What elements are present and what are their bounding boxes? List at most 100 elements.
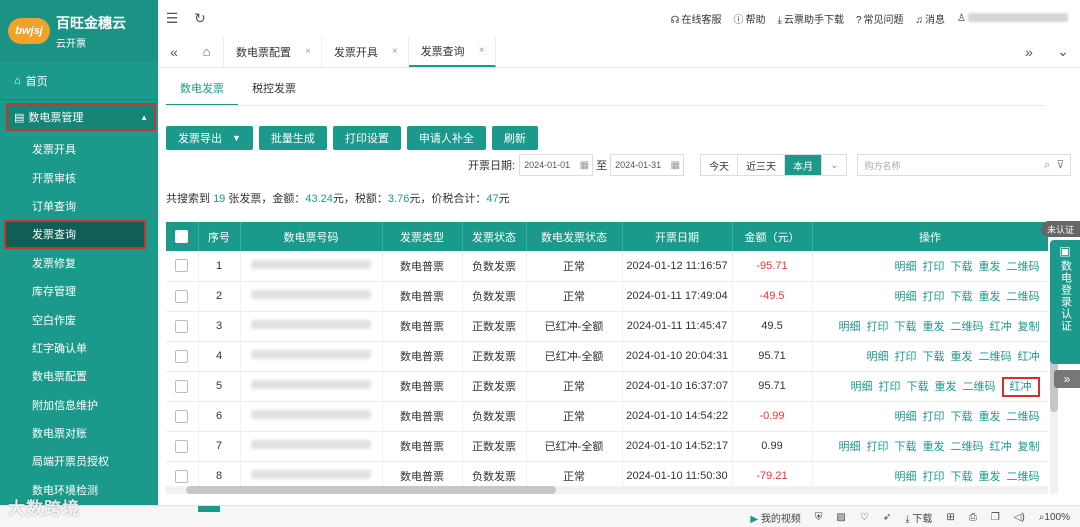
grid-icon[interactable]: ⊞ <box>946 512 954 523</box>
table-row[interactable]: 4 数电普票 正数发票 已红冲-全额 2024-01-10 20:04:31 95.71 明… <box>166 341 1048 372</box>
table-row[interactable]: 7 数电普票 正数发票 已红冲-全额 2024-01-10 14:52:17 0.99 明细… <box>166 431 1048 462</box>
table-row[interactable]: 2 数电普票 负数发票 正常 2024-01-11 17:49:04 -49.5 明细 打印下… <box>166 281 1048 312</box>
volume-icon[interactable]: ◁) <box>1014 512 1025 523</box>
row-action-link[interactable]: 重发 <box>935 381 957 393</box>
digital-login-auth-panel[interactable]: ▣ 数电登录认证 <box>1050 240 1080 364</box>
row-action-link[interactable]: 打印 <box>923 261 945 273</box>
row-action-link[interactable]: 明细 <box>851 381 873 393</box>
row-action-link[interactable]: 二维码 <box>951 321 984 333</box>
tab-invoice-config[interactable]: 数电票配置 × <box>224 36 322 67</box>
row-action-link[interactable]: 二维码 <box>1007 411 1040 423</box>
sidebar-item[interactable]: 数电票对账 <box>0 419 158 447</box>
range-three-days-button[interactable]: 近三天 <box>738 155 786 175</box>
sidebar-group-invoice-management[interactable]: ▤ 数电票管理 ▲ <box>6 103 156 131</box>
messages-link[interactable]: ♫ 消息 <box>916 11 946 26</box>
row-checkbox[interactable] <box>166 251 199 282</box>
pagination[interactable] <box>198 506 220 512</box>
sidebar-item-home[interactable]: ⌂ 首页 <box>0 62 158 100</box>
rocket-icon[interactable]: ➶ <box>883 512 891 523</box>
row-action-link[interactable]: 红冲 <box>1018 351 1040 363</box>
subtab-digital-invoice[interactable]: 数电发票 <box>166 76 238 106</box>
search-icon[interactable]: ⌕ <box>1044 159 1050 171</box>
export-button[interactable]: 发票导出 ▼ <box>166 126 253 150</box>
row-action-link[interactable]: 打印 <box>923 291 945 303</box>
row-action-link[interactable]: 下载 <box>923 351 945 363</box>
close-icon[interactable]: × <box>305 46 311 57</box>
window-icon[interactable]: ❐ <box>991 512 1000 523</box>
row-action-link[interactable]: 重发 <box>923 441 945 453</box>
table-row[interactable]: 8 数电普票 负数发票 正常 2024-01-10 11:50:30 -79.21 明细 打印… <box>166 461 1048 486</box>
row-action-link[interactable]: 打印 <box>879 381 901 393</box>
buyer-search-input[interactable]: 购方名称 ⌕ ⊽ <box>857 154 1072 176</box>
row-checkbox[interactable] <box>166 461 199 486</box>
applicant-complete-button[interactable]: 申请人补全 <box>406 126 486 150</box>
row-action-link[interactable]: 红冲 <box>990 321 1012 333</box>
sidebar-item[interactable]: 附加信息维护 <box>0 391 158 419</box>
tabs-scroll-right-icon[interactable]: » <box>1012 36 1046 67</box>
row-action-link[interactable]: 重发 <box>979 291 1001 303</box>
sidebar-item[interactable]: 发票开具 <box>0 135 158 163</box>
tab-home-icon[interactable]: ⌂ <box>190 36 224 67</box>
row-action-link[interactable]: 红冲 <box>990 441 1012 453</box>
horizontal-scrollbar[interactable] <box>166 486 1048 494</box>
row-action-link[interactable]: 下载 <box>951 471 973 483</box>
row-action-link[interactable]: 明细 <box>895 471 917 483</box>
row-checkbox[interactable] <box>166 431 199 462</box>
sidebar-item[interactable]: 发票查询 <box>4 220 146 249</box>
chevron-down-icon[interactable]: ⌄ <box>1046 36 1080 67</box>
sidebar-item[interactable]: 开票审核 <box>0 163 158 191</box>
row-action-link[interactable]: 打印 <box>867 321 889 333</box>
tab-invoice-issue[interactable]: 发票开具 × <box>322 36 409 67</box>
menu-toggle-icon[interactable]: ☰ <box>158 10 186 27</box>
row-checkbox[interactable] <box>166 281 199 312</box>
help-link[interactable]: ⓘ 帮助 <box>734 11 766 26</box>
row-action-link[interactable]: 下载 <box>895 441 917 453</box>
row-action-link[interactable]: 重发 <box>951 351 973 363</box>
row-action-link[interactable]: 明细 <box>895 291 917 303</box>
row-action-link[interactable]: 重发 <box>979 411 1001 423</box>
row-action-link[interactable]: 明细 <box>895 411 917 423</box>
row-checkbox[interactable] <box>166 341 199 372</box>
row-action-link[interactable]: 打印 <box>895 351 917 363</box>
row-action-link[interactable]: 下载 <box>895 321 917 333</box>
table-row[interactable]: 5 数电普票 正数发票 正常 2024-01-10 16:37:07 95.71 明细 打印下… <box>166 371 1048 402</box>
row-action-link[interactable]: 红冲 <box>1001 377 1040 397</box>
row-action-link[interactable]: 复制 <box>1018 441 1040 453</box>
row-action-link[interactable]: 复制 <box>1018 321 1040 333</box>
batch-generate-button[interactable]: 批量生成 <box>258 126 327 150</box>
row-checkbox[interactable] <box>166 371 199 402</box>
faq-link[interactable]: ? 常见问题 <box>856 11 904 26</box>
row-action-link[interactable]: 重发 <box>979 261 1001 273</box>
image-icon[interactable]: ▨ <box>836 512 845 523</box>
sidebar-item[interactable]: 库存管理 <box>0 277 158 305</box>
table-row[interactable]: 6 数电普票 负数发票 正常 2024-01-10 14:54:22 -0.99 明细 打印下… <box>166 401 1048 432</box>
date-to-input[interactable]: 2024-01-31 ▦ <box>610 154 685 176</box>
close-icon[interactable]: × <box>392 46 398 57</box>
refresh-icon[interactable]: ↻ <box>186 10 214 27</box>
row-action-link[interactable]: 二维码 <box>1007 291 1040 303</box>
refresh-button[interactable]: 刷新 <box>491 126 538 150</box>
row-action-link[interactable]: 明细 <box>895 261 917 273</box>
row-action-link[interactable]: 打印 <box>923 471 945 483</box>
date-from-input[interactable]: 2024-01-01 ▦ <box>519 154 594 176</box>
printer-icon[interactable]: ⎙ <box>969 512 977 523</box>
collapse-panel-icon[interactable]: » <box>1054 370 1080 388</box>
sidebar-item[interactable]: 红字确认单 <box>0 334 158 362</box>
row-action-link[interactable]: 重发 <box>923 321 945 333</box>
row-checkbox[interactable] <box>166 311 199 342</box>
row-action-link[interactable]: 下载 <box>951 291 973 303</box>
sidebar-item[interactable]: 空白作废 <box>0 305 158 333</box>
table-row[interactable]: 3 数电普票 正数发票 已红冲-全额 2024-01-11 11:45:47 49.5 明细… <box>166 311 1048 342</box>
range-dropdown-icon[interactable]: ⌄ <box>822 155 846 175</box>
row-action-link[interactable]: 打印 <box>867 441 889 453</box>
close-icon[interactable]: × <box>479 45 485 56</box>
sidebar-item[interactable]: 数电票配置 <box>0 362 158 390</box>
tab-invoice-query[interactable]: 发票查询 × <box>408 36 496 67</box>
heart-icon[interactable]: ♡ <box>860 512 869 523</box>
shield-icon[interactable]: ⛨ <box>815 512 823 523</box>
row-action-link[interactable]: 二维码 <box>951 441 984 453</box>
sidebar-item[interactable]: 局端开票员授权 <box>0 447 158 475</box>
range-today-button[interactable]: 今天 <box>701 155 739 175</box>
row-action-link[interactable]: 二维码 <box>1007 261 1040 273</box>
row-action-link[interactable]: 重发 <box>979 471 1001 483</box>
